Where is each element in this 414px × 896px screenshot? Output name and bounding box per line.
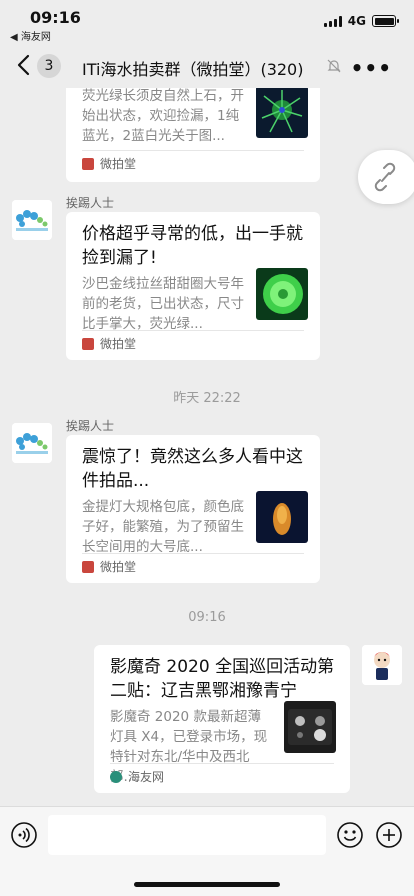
- status-bar: 09:16 ◀ 海友网 4G: [0, 0, 414, 44]
- chat-title: ITi海水拍卖群（微拍堂）(320): [82, 60, 304, 79]
- card-thumbnail: [256, 268, 308, 320]
- avatar[interactable]: [12, 200, 52, 240]
- floating-link-button[interactable]: [358, 150, 414, 204]
- clock: 09:16: [30, 8, 81, 27]
- weipaitang-icon: [82, 560, 94, 573]
- card-thumbnail: [256, 491, 308, 543]
- avatar[interactable]: [12, 423, 52, 463]
- back-chevron-icon[interactable]: [14, 53, 34, 77]
- card-divider: [82, 553, 304, 554]
- source-label: 海友网: [128, 770, 165, 784]
- card-source: 微拍堂: [82, 155, 136, 172]
- chat-header: 3 ITi海水拍卖群（微拍堂）(320) •••: [0, 44, 414, 88]
- card-description: 沙巴金线拉丝甜甜圈大号年前的老货，已出状态，尺寸比手掌大，荧光绿...: [82, 276, 244, 332]
- back-to-app-link[interactable]: ◀ 海友网: [10, 28, 51, 43]
- signal-icon: [323, 15, 342, 27]
- card-source: 微拍堂: [82, 558, 136, 575]
- sender-name: 挨踢人士: [66, 419, 115, 433]
- card-title: 影魔奇 2020 全国巡回活动第二贴：辽吉黑鄂湘豫青宁: [110, 657, 335, 701]
- home-indicator: [134, 882, 280, 887]
- voice-input-icon[interactable]: [10, 821, 38, 849]
- card-description: 荧光绿长须皮自然上石，开始出状态，欢迎捡漏，1纯蓝光，2蓝白光关于图...: [82, 88, 244, 144]
- message-list[interactable]: 荧光绿长须皮自然上石，开始出状态，欢迎捡漏，1纯蓝光，2蓝白光关于图... 微拍…: [0, 88, 414, 806]
- card-thumbnail: [256, 88, 308, 138]
- link-card[interactable]: 影魔奇 2020 全国巡回活动第二贴：辽吉黑鄂湘豫青宁 影魔奇 2020 款最新…: [94, 645, 350, 793]
- mute-bell-icon: [327, 59, 341, 73]
- source-label: 微拍堂: [100, 560, 137, 574]
- avatar[interactable]: [362, 645, 402, 685]
- card-title: 价格超乎寻常的低，出一手就捡到漏了!: [82, 224, 303, 268]
- weipaitang-icon: [82, 337, 94, 350]
- link-chain-icon: [374, 162, 396, 192]
- sender-name: 挨踢人士: [66, 196, 115, 210]
- card-source: 海友网: [110, 768, 164, 785]
- message-input[interactable]: [48, 815, 326, 855]
- battery-icon: [372, 15, 399, 27]
- status-indicators: 4G: [323, 14, 399, 28]
- source-label: 微拍堂: [100, 157, 137, 171]
- card-thumbnail: [284, 701, 336, 753]
- card-divider: [82, 150, 304, 151]
- card-description: 金提灯大规格包底，颜色底子好，能繁殖，为了预留生长空间用的大号底...: [82, 499, 244, 555]
- weipaitang-icon: [82, 157, 94, 170]
- network-type: 4G: [347, 14, 366, 28]
- link-card[interactable]: 价格超乎寻常的低，出一手就捡到漏了! 沙巴金线拉丝甜甜圈大号年前的老货，已出状态…: [66, 212, 320, 360]
- emoji-icon[interactable]: [336, 821, 364, 849]
- card-divider: [110, 763, 334, 764]
- link-card[interactable]: 荧光绿长须皮自然上石，开始出状态，欢迎捡漏，1纯蓝光，2蓝白光关于图... 微拍…: [66, 88, 320, 182]
- plus-icon[interactable]: [375, 821, 403, 849]
- card-source: 微拍堂: [82, 335, 136, 352]
- timestamp: 09:16: [188, 610, 226, 625]
- timestamp: 昨天 22:22: [173, 391, 241, 406]
- link-card[interactable]: 震惊了！竟然这么多人看中这件拍品... 金提灯大规格包底，颜色底子好，能繁殖，为…: [66, 435, 320, 583]
- card-divider: [82, 330, 304, 331]
- haiyou-icon: [110, 770, 122, 783]
- source-label: 微拍堂: [100, 337, 137, 351]
- unread-count-badge[interactable]: 3: [37, 54, 61, 78]
- card-title: 震惊了！竟然这么多人看中这件拍品...: [82, 447, 303, 491]
- more-options-button[interactable]: •••: [351, 56, 392, 80]
